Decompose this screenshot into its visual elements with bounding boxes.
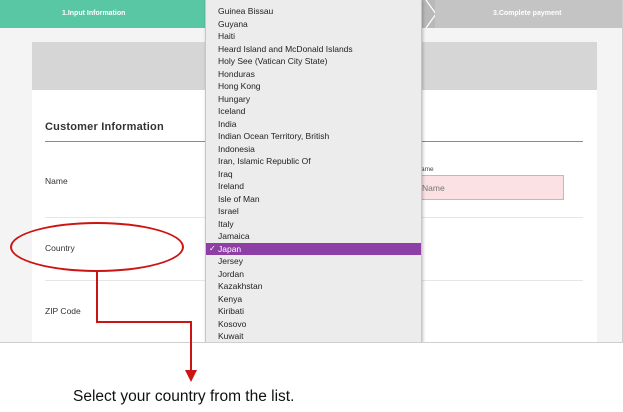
country-option[interactable]: Kenya: [206, 293, 421, 306]
country-option[interactable]: Jordan: [206, 268, 421, 281]
country-option[interactable]: Hong Kong: [206, 80, 421, 93]
country-option-label: Iran, Islamic Republic Of: [218, 156, 311, 166]
country-option-label: Indonesia: [218, 143, 255, 154]
name-field-label: ame: [421, 166, 434, 173]
country-option[interactable]: ✓ Japan: [206, 242, 421, 255]
country-option[interactable]: Iceland: [206, 105, 421, 118]
country-option[interactable]: Isle of Man: [206, 193, 421, 206]
country-option-label: Jersey: [218, 256, 244, 266]
section-title: Customer Information: [45, 121, 164, 133]
step-complete-payment: 3.Complete payment: [435, 0, 622, 28]
country-option-label: Iraq: [218, 168, 233, 179]
step-input-information: 1.Input Information: [0, 0, 212, 28]
country-dropdown-list[interactable]: Guinea Bissau Guyana Haiti Heard Island and…: [205, 0, 422, 342]
name-row-label: Name: [45, 176, 68, 186]
country-option[interactable]: Ireland: [206, 180, 421, 193]
country-option[interactable]: Jersey: [206, 255, 421, 268]
country-option[interactable]: Kuwait: [206, 330, 421, 342]
country-option-label: Japan: [218, 243, 242, 254]
country-option[interactable]: Israel: [206, 205, 421, 218]
country-option-label: Kazakhstan: [218, 281, 263, 291]
country-option-label: Honduras: [218, 68, 255, 79]
country-option-label: Italy: [218, 218, 234, 229]
country-option-label: Indian Ocean Territory, British: [218, 131, 330, 141]
country-option[interactable]: Heard Island and McDonald Islands: [206, 43, 421, 56]
country-option-label: Holy See (Vatican City State): [218, 56, 328, 66]
country-option-label: India: [218, 118, 237, 129]
country-option-label: Guinea Bissau: [218, 6, 274, 16]
zip-code-row-label: ZIP Code: [45, 306, 81, 316]
country-option-label: Heard Island and McDonald Islands: [218, 43, 353, 54]
country-option[interactable]: Indian Ocean Territory, British: [206, 130, 421, 143]
country-option[interactable]: Haiti: [206, 30, 421, 43]
country-option[interactable]: Holy See (Vatican City State): [206, 55, 421, 68]
country-option[interactable]: Hungary: [206, 93, 421, 106]
country-option[interactable]: Guyana: [206, 18, 421, 31]
checkmark-icon: ✓: [209, 243, 216, 253]
instruction-caption: Select your country from the list.: [73, 388, 295, 405]
country-option[interactable]: Honduras: [206, 68, 421, 81]
country-option[interactable]: Kiribati: [206, 305, 421, 318]
country-option[interactable]: Guinea Bissau: [206, 5, 421, 18]
country-option[interactable]: Iraq: [206, 168, 421, 181]
country-option-label: Hong Kong: [218, 81, 261, 91]
country-option-label: Ireland: [218, 181, 244, 191]
country-highlight-ellipse: [10, 222, 184, 272]
country-option-label: Iceland: [218, 106, 246, 116]
country-option-label: Kiribati: [218, 306, 244, 316]
country-option[interactable]: Iran, Islamic Republic Of: [206, 155, 421, 168]
name-input[interactable]: [414, 175, 564, 200]
country-option-label: Kuwait: [218, 331, 244, 341]
country-option[interactable]: Jamaica: [206, 230, 421, 243]
screenshot-frame: 1.Input Information 3.Complete payment C…: [0, 0, 623, 343]
country-option[interactable]: Kosovo: [206, 318, 421, 331]
country-option-label: Kenya: [218, 293, 243, 304]
country-option-label: Guyana: [218, 18, 248, 29]
country-option-label: Isle of Man: [218, 193, 260, 204]
country-option-label: Kosovo: [218, 318, 247, 329]
country-option-label: Israel: [218, 206, 239, 216]
country-option[interactable]: Indonesia: [206, 143, 421, 156]
country-option-label: Haiti: [218, 31, 236, 41]
country-option-label: Jordan: [218, 268, 244, 279]
country-option[interactable]: Kazakhstan: [206, 280, 421, 293]
country-option-label: Hungary: [218, 93, 251, 104]
country-option[interactable]: Italy: [206, 218, 421, 231]
country-option[interactable]: India: [206, 118, 421, 131]
country-option-label: Jamaica: [218, 231, 250, 241]
